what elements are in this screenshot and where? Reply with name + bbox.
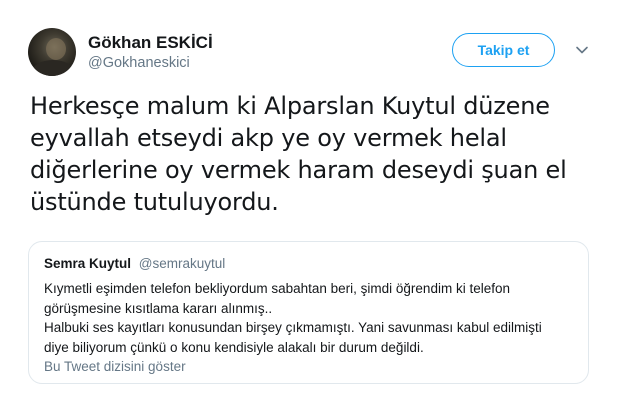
author-name[interactable]: Gökhan ESKİCİ [88,33,213,53]
quoted-text-line: Halbuki ses kayıtları konusundan birşey … [44,320,542,335]
tweet-text-line: diğerlerine oy vermek haram deseydi şuan… [30,156,567,184]
quoted-tweet[interactable]: Semra Kuytul @semrakuytul Kıymetli eşimd… [28,241,589,384]
follow-button[interactable]: Takip et [452,33,555,67]
show-thread-link[interactable]: Bu Tweet dizisini göster [44,359,186,374]
avatar-face [46,38,66,60]
tweet-text: Herkesçe malum ki Alparslan Kuytul düzen… [30,90,600,218]
chevron-down-icon[interactable] [574,42,590,58]
avatar-shoulders [32,60,74,76]
tweet-text-line: eyvallah etseydi akp ye oy vermek helal [30,124,507,152]
quoted-tweet-header: Semra Kuytul @semrakuytul [44,256,225,271]
author-handle[interactable]: @Gokhaneskici [88,55,190,71]
quoted-tweet-text: Kıymetli eşimden telefon bekliyordum sab… [44,279,574,357]
quoted-author-name: Semra Kuytul [44,256,132,271]
tweet-text-line: üstünde tutuluyordu. [30,188,279,216]
tweet-text-line: Herkesçe malum ki Alparslan Kuytul düzen… [30,92,550,120]
tweet-card: Gökhan ESKİCİ @Gokhaneskici Takip et Her… [0,0,617,400]
quoted-text-line: diye biliyorum çünkü o konu kendisiyle a… [44,339,424,355]
quoted-author-handle: @semrakuytul [138,256,226,271]
avatar[interactable] [28,28,76,76]
quoted-text-line: Kıymetli eşimden telefon bekliyordum sab… [44,281,510,296]
quoted-text-line: görüşmesine kısıtlama kararı alınmış.. [44,300,273,316]
